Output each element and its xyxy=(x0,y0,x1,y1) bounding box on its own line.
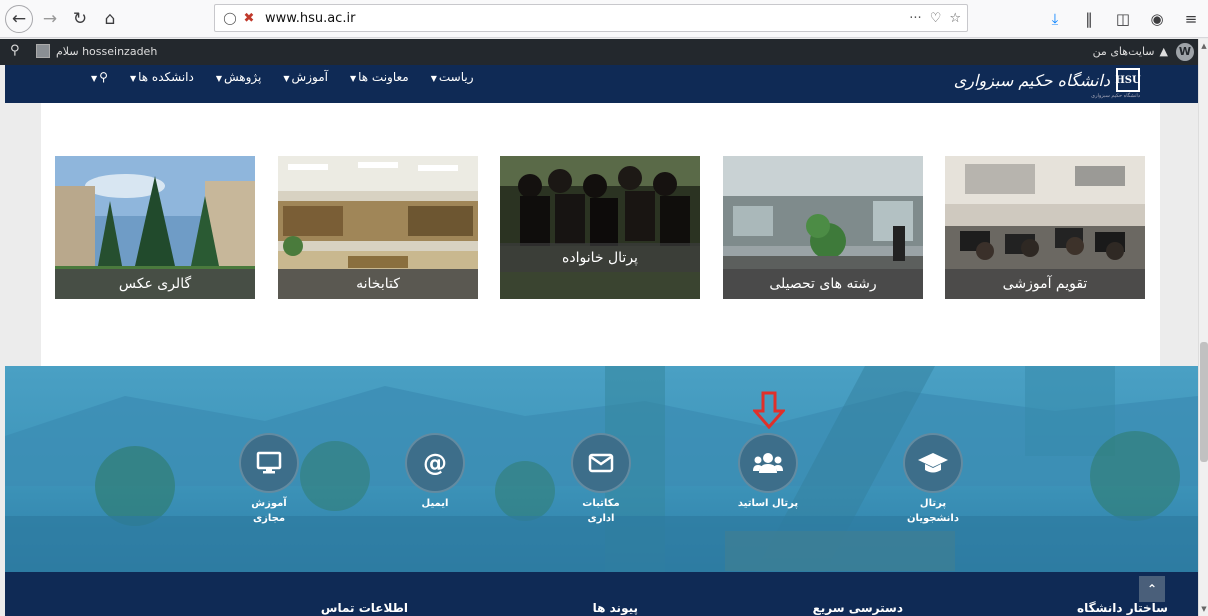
url-text[interactable]: www.hsu.ac.ir xyxy=(265,11,355,26)
menu-item-faculties[interactable]: دانشکده ها▼ xyxy=(130,70,194,84)
pocket-icon[interactable]: ♡ xyxy=(930,11,942,26)
e-learning-button[interactable] xyxy=(239,433,299,493)
footer-heading-structure: ساختار دانشگاه xyxy=(1076,601,1168,615)
tile-photo-gallery[interactable]: گالری عکس xyxy=(55,156,255,299)
tile-caption: کتابخانه xyxy=(278,269,478,299)
graduation-cap-icon xyxy=(918,453,948,473)
email-button[interactable]: @ xyxy=(405,433,465,493)
tile-academic-calendar[interactable]: تقویم آموزشی xyxy=(945,156,1145,299)
menu-item-presidency[interactable]: ریاست▼ xyxy=(431,70,474,84)
search-icon: ⚲ xyxy=(99,70,108,84)
red-down-arrow-icon xyxy=(753,391,785,429)
student-portal-label[interactable]: پرتال دانشجویان xyxy=(888,496,978,526)
logo-text: دانشگاه حکیم سبزواری xyxy=(953,70,1110,90)
wp-admin-bar: ⚲ سلام hosseinzadeh سایت‌های من ▲ W xyxy=(0,39,1198,65)
menu-item-deputies[interactable]: معاونت ها▼ xyxy=(350,70,409,84)
footer-heading-quick-access: دسترسی سریع xyxy=(812,601,903,615)
services-tiles-section: تقویم آموزشی رشته های تحصیلی پرتال خانوا… xyxy=(41,103,1160,366)
event-photo xyxy=(500,156,700,299)
menu-item-research[interactable]: پژوهش▼ xyxy=(216,70,262,84)
library-icon[interactable]: ‖ xyxy=(1072,6,1106,32)
main-menu: ریاست▼ معاونت ها▼ آموزش▼ پژوهش▼ دانشکده … xyxy=(91,70,474,84)
logo-tagline: دانشگاه حکیم سبزواری xyxy=(1091,93,1140,99)
tile-caption: گالری عکس xyxy=(55,269,255,299)
tile-library[interactable]: کتابخانه xyxy=(278,156,478,299)
home-button[interactable]: ⌂ xyxy=(97,6,123,32)
sites-icon: ▲ xyxy=(1159,45,1168,58)
bookmark-star-icon[interactable]: ☆ xyxy=(949,11,961,26)
envelope-icon xyxy=(588,453,614,473)
reload-button[interactable]: ↻ xyxy=(67,6,93,32)
browser-window: ← → ↻ ⌂ ◯ ✖ www.hsu.ac.ir ··· ♡ ☆ ⤓ ‖ ◫ … xyxy=(0,0,1208,616)
scrollbar-thumb[interactable] xyxy=(1200,342,1208,462)
my-sites-menu[interactable]: سایت‌های من ▲ xyxy=(1093,45,1168,58)
tracking-shield-icon[interactable]: ◯ xyxy=(221,11,239,25)
logo-mark-icon: HSU xyxy=(1115,68,1141,92)
e-learning-label[interactable]: آموزش مجازی xyxy=(224,496,314,526)
browser-toolbar: ← → ↻ ⌂ ◯ ✖ www.hsu.ac.ir ··· ♡ ☆ ⤓ ‖ ◫ … xyxy=(0,0,1208,38)
url-bar[interactable]: ◯ ✖ www.hsu.ac.ir ··· ♡ ☆ xyxy=(214,4,968,32)
greeting-text: سلام hosseinzadeh xyxy=(56,44,158,58)
menu-search-toggle[interactable]: ⚲▼ xyxy=(91,70,108,84)
student-portal-button[interactable] xyxy=(903,433,963,493)
quick-links-section: پرتال دانشجویان پرتال اساتید مکاتبات اداری… xyxy=(5,366,1198,572)
office-correspondence-button[interactable] xyxy=(571,433,631,493)
menu-item-education[interactable]: آموزش▼ xyxy=(283,70,328,84)
tile-caption: پرتال خانواده xyxy=(500,243,700,272)
page-scrollbar[interactable]: ▲ ▼ xyxy=(1198,39,1208,616)
menu-hamburger-icon[interactable]: ≡ xyxy=(1174,6,1208,32)
scroll-down-arrow-icon[interactable]: ▼ xyxy=(1199,605,1208,613)
downloads-icon[interactable]: ⤓ xyxy=(1038,6,1072,32)
scroll-up-arrow-icon[interactable]: ▲ xyxy=(1199,42,1208,50)
office-correspondence-label[interactable]: مکاتبات اداری xyxy=(556,496,646,526)
forward-button[interactable]: → xyxy=(37,6,63,32)
tile-caption: تقویم آموزشی xyxy=(945,269,1145,299)
site-logo[interactable]: دانشگاه حکیم سبزواری HSU دانشگاه حکیم سب… xyxy=(953,68,1141,99)
back-button[interactable]: ← xyxy=(5,4,33,33)
tile-fields-of-study[interactable]: رشته های تحصیلی xyxy=(723,156,923,299)
email-label[interactable]: ایمیل xyxy=(390,496,480,511)
tile-caption: رشته های تحصیلی xyxy=(723,269,923,299)
footer: ⌃ ساختار دانشگاه دسترسی سریع پیوند ها اط… xyxy=(5,572,1198,616)
footer-heading-links: پیوند ها xyxy=(592,601,638,615)
users-icon xyxy=(753,453,783,473)
page-actions-icon[interactable]: ··· xyxy=(909,11,921,26)
my-sites-label: سایت‌های من xyxy=(1092,45,1155,58)
monitor-icon xyxy=(256,451,282,474)
footer-heading-contact: اطلاعات تماس xyxy=(320,601,408,615)
account-icon[interactable]: ◉ xyxy=(1140,6,1174,32)
tile-family-portal[interactable]: پرتال خانواده xyxy=(500,156,700,299)
sidebar-icon[interactable]: ◫ xyxy=(1106,6,1140,32)
at-icon: @ xyxy=(423,449,447,477)
avatar xyxy=(36,44,50,58)
site-header: ریاست▼ معاونت ها▼ آموزش▼ پژوهش▼ دانشکده … xyxy=(5,65,1198,103)
faculty-portal-label[interactable]: پرتال اساتید xyxy=(723,496,813,511)
insecure-lock-icon[interactable]: ✖ xyxy=(239,11,259,26)
scroll-to-top-button[interactable]: ⌃ xyxy=(1139,576,1165,602)
faculty-portal-button[interactable] xyxy=(738,433,798,493)
admin-user-menu[interactable]: سلام hosseinzadeh xyxy=(36,44,157,58)
search-icon[interactable]: ⚲ xyxy=(10,43,20,58)
wordpress-logo-icon[interactable]: W xyxy=(1176,43,1194,61)
